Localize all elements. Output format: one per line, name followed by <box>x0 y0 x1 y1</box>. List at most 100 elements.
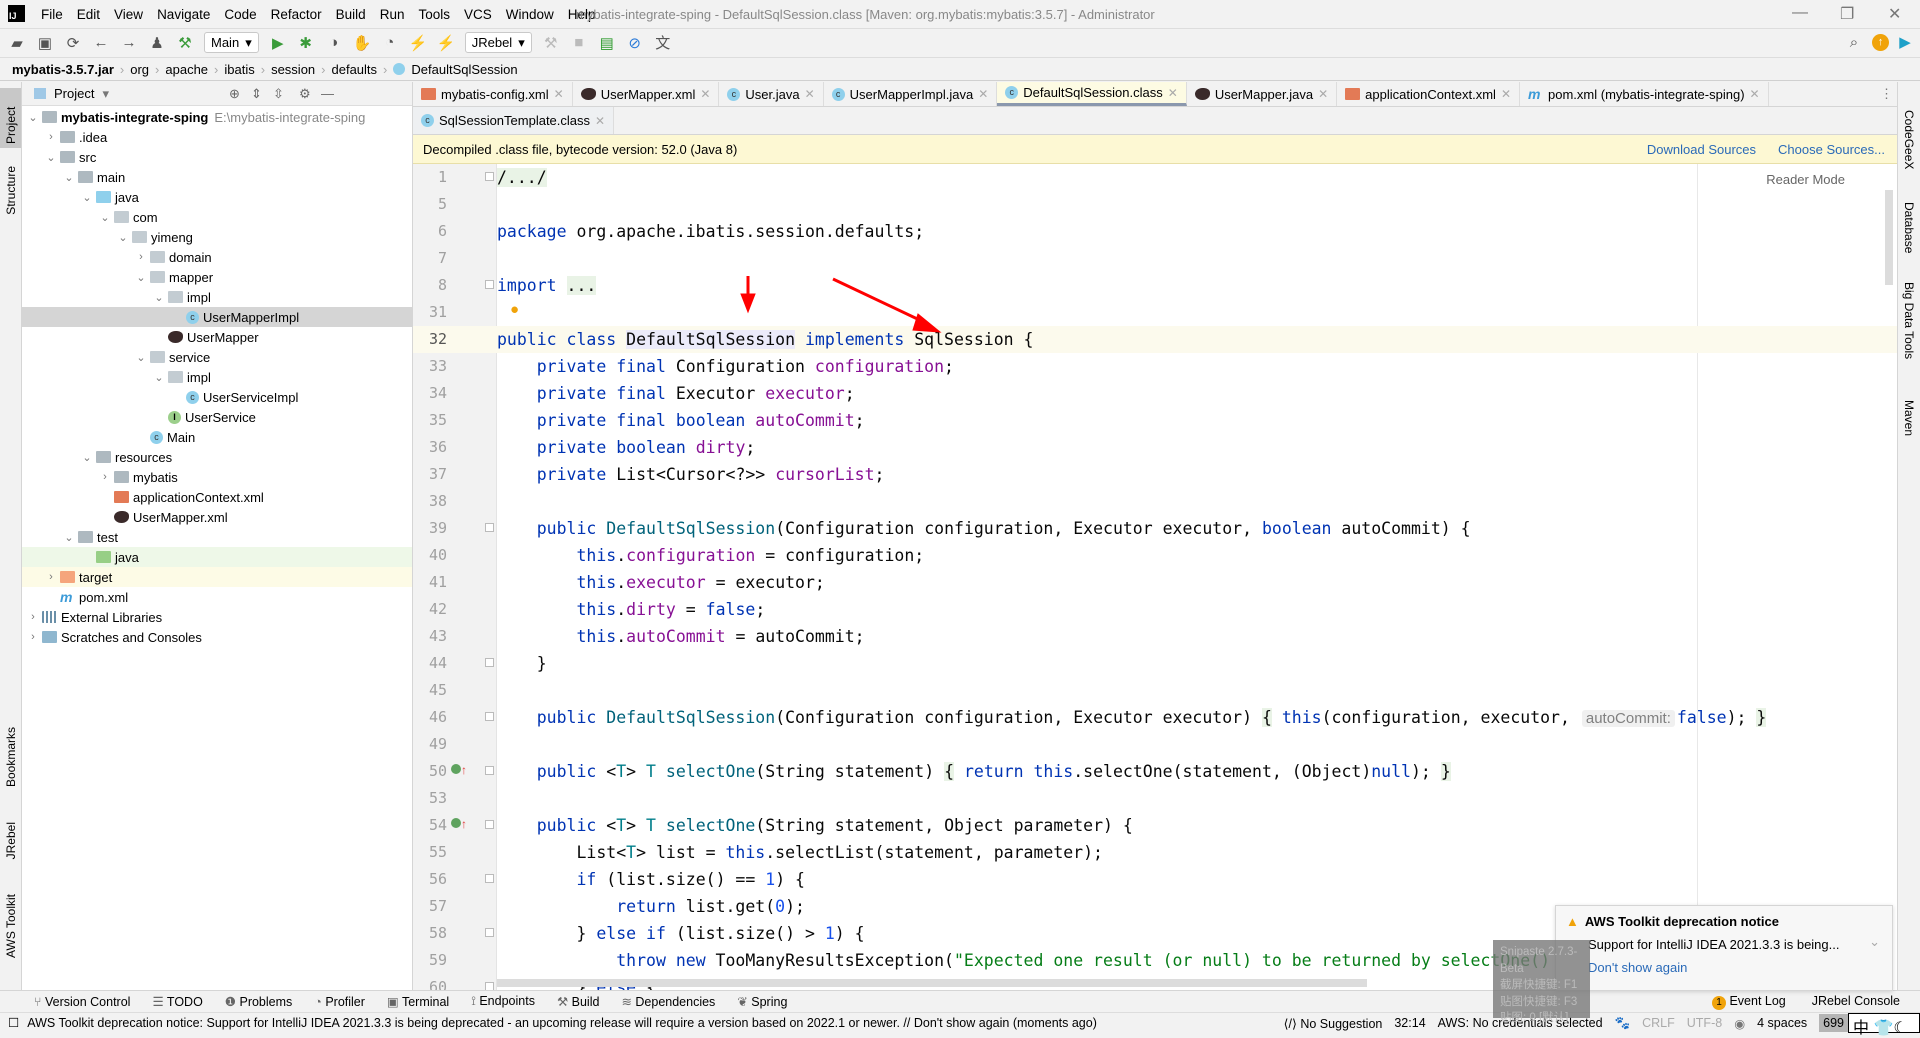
chevron-right-icon[interactable]: › <box>27 611 39 623</box>
tree-item[interactable]: applicationContext.xml <box>22 487 412 507</box>
tool-version-control[interactable]: ⑂ Version Control <box>34 995 130 1009</box>
menu-navigate[interactable]: Navigate <box>150 7 217 22</box>
tree-item[interactable]: I UserService <box>22 407 412 427</box>
download-sources-link[interactable]: Download Sources <box>1647 142 1756 157</box>
menu-tools[interactable]: Tools <box>411 7 457 22</box>
restore-icon[interactable]: ❐ <box>1840 4 1854 24</box>
chevron-down-icon[interactable]: ⌄ <box>117 231 129 244</box>
close-tab-icon[interactable]: ✕ <box>1318 87 1328 101</box>
tree-item[interactable]: › External Libraries <box>22 607 412 627</box>
codewithme-icon[interactable]: ▶ <box>1896 33 1914 51</box>
editor-tab[interactable]: applicationContext.xml ✕ <box>1337 82 1521 106</box>
tree-item[interactable]: › domain <box>22 247 412 267</box>
forward-icon[interactable]: → <box>120 34 138 51</box>
attach-icon[interactable]: ✋ <box>353 34 372 52</box>
tree-item[interactable]: › Scratches and Consoles <box>22 627 412 647</box>
tool-spring[interactable]: ❦ Spring <box>737 994 787 1009</box>
debug-icon[interactable]: ✱ <box>297 34 315 52</box>
tree-item[interactable]: › target <box>22 567 412 587</box>
menu-code[interactable]: Code <box>217 7 263 22</box>
breadcrumb-item[interactable]: session <box>271 62 315 77</box>
project-view-dropdown[interactable]: Project <box>54 86 94 101</box>
chevron-down-icon[interactable]: ⌄ <box>63 531 75 544</box>
chevron-down-icon[interactable]: ⌄ <box>81 191 93 204</box>
tool-dependencies[interactable]: ≋ Dependencies <box>621 994 715 1009</box>
line-separator[interactable]: CRLF <box>1642 1016 1675 1030</box>
jrebel-debug-icon[interactable]: ⚡ <box>437 34 456 52</box>
open-folder-icon[interactable]: ▰ <box>8 34 26 52</box>
tool-build[interactable]: ⚒ Build <box>557 994 599 1009</box>
chevron-down-icon[interactable]: ⌄ <box>27 111 39 124</box>
event-log-button[interactable]: 1 Event Log <box>1711 994 1786 1010</box>
menu-build[interactable]: Build <box>329 7 373 22</box>
tree-item[interactable]: ⌄ main <box>22 167 412 187</box>
tool-jrebel[interactable]: JRebel <box>4 822 18 859</box>
expand-all-icon[interactable]: ⇕ <box>251 86 262 102</box>
tree-item[interactable]: ⌄ resources <box>22 447 412 467</box>
translate-icon[interactable]: 文 <box>654 32 672 53</box>
breadcrumb-item[interactable]: defaults <box>332 62 378 77</box>
editor-tab[interactable]: c User.java ✕ <box>719 82 824 106</box>
tree-item[interactable]: java <box>22 547 412 567</box>
tree-item[interactable]: UserMapper <box>22 327 412 347</box>
close-tab-icon[interactable]: ✕ <box>700 87 710 101</box>
close-tab-icon[interactable]: ✕ <box>1168 86 1178 100</box>
vcs-user-icon[interactable]: ♟ <box>148 34 166 52</box>
tree-item[interactable]: ⌄ impl <box>22 367 412 387</box>
menu-window[interactable]: Window <box>499 7 561 22</box>
collapse-all-icon[interactable]: ⇳ <box>273 86 284 102</box>
editor-tab[interactable]: c UserMapperImpl.java ✕ <box>824 82 998 106</box>
tree-item[interactable]: ⌄ impl <box>22 287 412 307</box>
tree-item[interactable]: ⌄ src <box>22 147 412 167</box>
chevron-down-icon[interactable]: ⌄ <box>153 291 165 304</box>
chevron-down-icon[interactable]: ⌄ <box>153 371 165 384</box>
run-icon[interactable]: ▶ <box>269 34 287 52</box>
more-tabs-icon[interactable]: ⋮ <box>1880 86 1893 102</box>
tree-item[interactable]: c Main <box>22 427 412 447</box>
tool-terminal[interactable]: ▣ Terminal <box>387 994 449 1009</box>
menu-file[interactable]: File <box>34 7 70 22</box>
tree-item[interactable]: ⌄ mybatis-integrate-sping E:\mybatis-integ… <box>22 107 412 127</box>
locate-icon[interactable]: ⊕ <box>229 86 240 102</box>
chevron-right-icon[interactable]: › <box>45 571 57 583</box>
minimize-icon[interactable]: — <box>1792 4 1808 22</box>
chevron-down-icon[interactable]: ⌄ <box>81 451 93 464</box>
menu-edit[interactable]: Edit <box>70 7 107 22</box>
save-icon[interactable]: ▣ <box>36 34 54 52</box>
chevron-down-icon[interactable]: ⌄ <box>135 271 147 284</box>
eye-icon[interactable]: ◉ <box>1734 1016 1745 1031</box>
tree-item[interactable]: › mybatis <box>22 467 412 487</box>
tree-item[interactable]: ⌄ test <box>22 527 412 547</box>
close-tab-icon[interactable]: ✕ <box>1750 87 1760 101</box>
tree-item[interactable]: c UserMapperImpl <box>22 307 412 327</box>
tool-big-data-tools[interactable]: Big Data Tools <box>1902 282 1916 359</box>
baidu-icon[interactable]: 🐾 <box>1615 1016 1631 1031</box>
menu-run[interactable]: Run <box>373 7 412 22</box>
search-icon[interactable]: ⌕ <box>1845 34 1863 51</box>
expand-chevron-icon[interactable]: ⌄ <box>1869 934 1880 950</box>
tree-item[interactable]: c UserServiceImpl <box>22 387 412 407</box>
back-icon[interactable]: ← <box>92 34 110 51</box>
sync-icon[interactable]: ⟳ <box>64 34 82 52</box>
close-tab-icon[interactable]: ✕ <box>595 114 605 128</box>
codegeex-status[interactable]: ⟨/⟩ No Suggestion <box>1284 1016 1383 1031</box>
chevron-down-icon[interactable]: ▾ <box>102 86 109 102</box>
choose-sources-link[interactable]: Choose Sources... <box>1778 142 1885 157</box>
ime-indicator[interactable]: 中 👕☾ <box>1848 1013 1920 1037</box>
menu-refactor[interactable]: Refactor <box>264 7 329 22</box>
menu-vcs[interactable]: VCS <box>457 7 499 22</box>
chevron-right-icon[interactable]: › <box>27 631 39 643</box>
tree-item[interactable]: m pom.xml <box>22 587 412 607</box>
file-encoding[interactable]: UTF-8 <box>1687 1016 1722 1030</box>
tool-profiler[interactable]: ◔ Profiler <box>314 995 365 1009</box>
editor-tab[interactable]: UserMapper.java ✕ <box>1187 82 1338 106</box>
tool-maven[interactable]: Maven <box>1902 400 1916 436</box>
indent-setting[interactable]: 4 spaces <box>1757 1016 1807 1030</box>
caret-position[interactable]: 32:14 <box>1394 1016 1425 1030</box>
editor-tab[interactable]: UserMapper.xml ✕ <box>573 82 720 106</box>
close-icon[interactable]: ✕ <box>1888 4 1901 24</box>
tree-item[interactable]: ⌄ com <box>22 207 412 227</box>
coverage-icon[interactable]: ◑ <box>325 34 343 51</box>
editor-tab[interactable]: c DefaultSqlSession.class ✕ <box>997 82 1187 106</box>
profiler-icon[interactable]: ◔ <box>381 34 399 51</box>
